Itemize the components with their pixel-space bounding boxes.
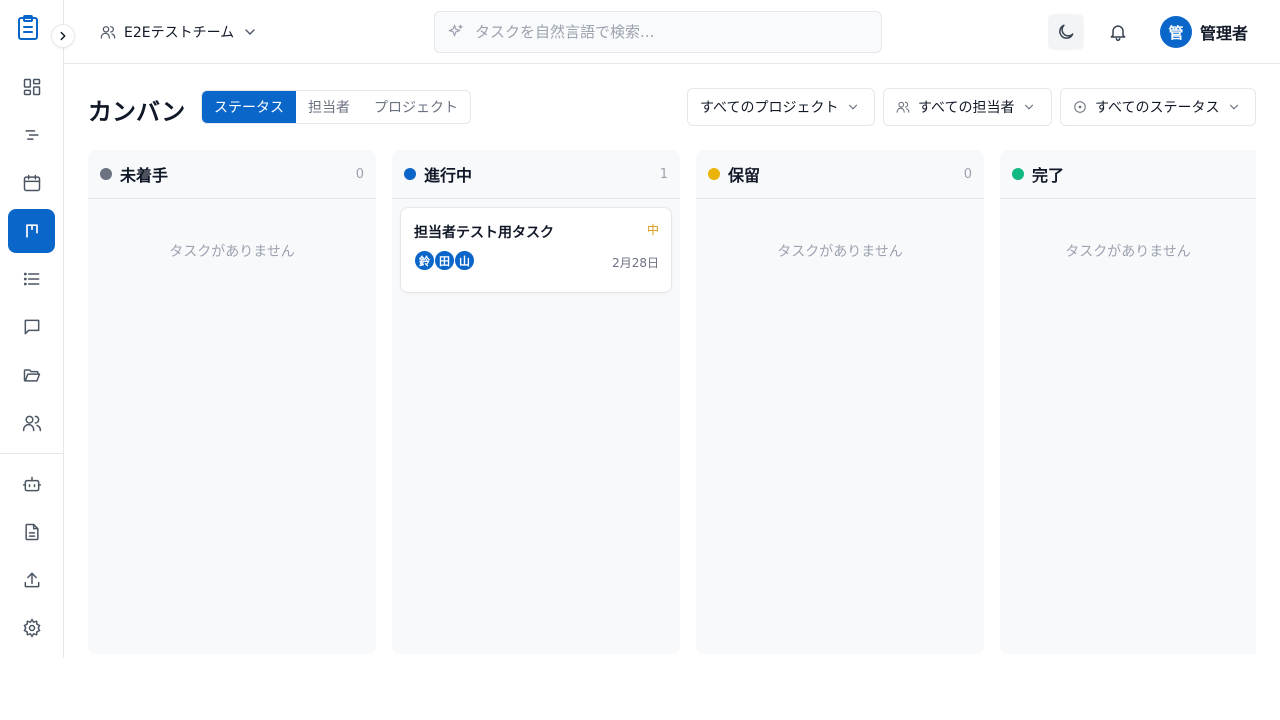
gear-icon bbox=[22, 618, 41, 638]
tab-status[interactable]: ステータス bbox=[202, 91, 296, 123]
kanban-column-in-progress: 進行中 1 担当者テスト用タスク 中 鈴 田 山 2月28日 bbox=[392, 150, 680, 654]
assignee-avatars: 鈴 田 山 bbox=[414, 250, 475, 271]
nav-kanban[interactable] bbox=[8, 209, 55, 253]
nav-calendar[interactable] bbox=[8, 161, 55, 205]
empty-message: タスクがありません bbox=[777, 244, 903, 260]
avatar: 管 bbox=[1160, 16, 1192, 48]
users-icon bbox=[22, 415, 41, 432]
status-filter-label: すべてのステータス bbox=[1095, 100, 1220, 116]
nav-ai-assistant[interactable] bbox=[8, 462, 55, 506]
upload-icon bbox=[24, 572, 39, 588]
avatar: 鈴 bbox=[414, 250, 435, 271]
users-icon bbox=[100, 26, 116, 39]
project-filter-dropdown[interactable]: すべてのプロジェクト bbox=[687, 88, 875, 126]
theme-toggle-button[interactable] bbox=[1048, 14, 1084, 50]
nav-documents[interactable] bbox=[8, 510, 55, 554]
column-title: 保留 bbox=[728, 166, 761, 185]
chevron-down-icon bbox=[1025, 104, 1034, 110]
clipboard-logo-icon[interactable] bbox=[16, 14, 40, 42]
document-icon bbox=[24, 523, 39, 541]
kanban-column-done: 完了 タスクがありません bbox=[1000, 150, 1256, 654]
team-name: E2Eテストチーム bbox=[124, 25, 235, 41]
chevron-down-icon bbox=[849, 104, 858, 110]
priority-badge: 中 bbox=[646, 223, 659, 237]
nav-list[interactable] bbox=[8, 257, 55, 301]
notifications-button[interactable] bbox=[1100, 14, 1136, 50]
task-card[interactable]: 担当者テスト用タスク 中 鈴 田 山 2月28日 bbox=[400, 207, 672, 293]
circle-dot-icon bbox=[1074, 101, 1086, 113]
assignee-filter-label: すべての担当者 bbox=[918, 100, 1015, 116]
assignee-filter-dropdown[interactable]: すべての担当者 bbox=[883, 88, 1052, 126]
status-dot bbox=[100, 168, 112, 180]
nav-upload[interactable] bbox=[8, 558, 55, 602]
users-icon bbox=[896, 101, 910, 113]
column-count: 0 bbox=[963, 166, 972, 182]
tab-project[interactable]: プロジェクト bbox=[362, 91, 470, 123]
status-dot bbox=[404, 168, 416, 180]
search-input[interactable] bbox=[475, 23, 855, 41]
due-date: 2月28日 bbox=[612, 256, 659, 270]
column-count: 0 bbox=[355, 166, 364, 182]
status-dot bbox=[708, 168, 720, 180]
view-tabs: ステータス 担当者 プロジェクト bbox=[201, 90, 471, 124]
sidebar-expand-button[interactable] bbox=[51, 24, 75, 48]
status-dot bbox=[1012, 168, 1024, 180]
nav-dashboard[interactable] bbox=[8, 65, 55, 109]
chat-icon bbox=[24, 319, 39, 335]
chevron-down-icon bbox=[1230, 104, 1239, 110]
status-filter-dropdown[interactable]: すべてのステータス bbox=[1060, 88, 1256, 126]
page-title: カンバン bbox=[88, 98, 186, 126]
chevron-right-icon bbox=[60, 31, 66, 41]
kanban-column-todo: 未着手 0 タスクがありません bbox=[88, 150, 376, 654]
kanban-column-on-hold: 保留 0 タスクがありません bbox=[696, 150, 984, 654]
calendar-icon bbox=[23, 174, 40, 192]
column-header: 進行中 1 bbox=[392, 150, 680, 199]
list-icon bbox=[23, 272, 39, 286]
sparkles-icon bbox=[448, 24, 463, 37]
nav-folder[interactable] bbox=[8, 353, 55, 397]
nav-gantt[interactable] bbox=[8, 113, 55, 157]
search-box[interactable] bbox=[434, 11, 882, 53]
nav-members[interactable] bbox=[8, 401, 55, 445]
top-header: E2Eテストチーム 管 管理者 bbox=[64, 0, 1280, 64]
nav-chat[interactable] bbox=[8, 305, 55, 349]
column-title: 完了 bbox=[1032, 166, 1065, 185]
bot-icon bbox=[22, 476, 41, 492]
avatar: 山 bbox=[454, 250, 475, 271]
moon-icon bbox=[1059, 24, 1074, 39]
gantt-icon bbox=[24, 130, 39, 140]
nav-settings[interactable] bbox=[8, 606, 55, 650]
project-filter-label: すべてのプロジェクト bbox=[700, 100, 839, 116]
column-header: 完了 bbox=[1000, 150, 1256, 199]
team-switcher[interactable]: E2Eテストチーム bbox=[100, 20, 258, 44]
task-title: 担当者テスト用タスク bbox=[414, 225, 554, 241]
empty-message: タスクがありません bbox=[169, 244, 295, 260]
kanban-icon bbox=[25, 224, 38, 238]
empty-message: タスクがありません bbox=[1065, 244, 1191, 260]
column-header: 保留 0 bbox=[696, 150, 984, 199]
folder-icon bbox=[23, 369, 40, 382]
sidebar-divider bbox=[0, 453, 63, 454]
tab-assignee[interactable]: 担当者 bbox=[296, 91, 362, 123]
sidebar bbox=[0, 0, 75, 658]
chevron-down-icon bbox=[245, 29, 255, 35]
column-count: 1 bbox=[659, 166, 668, 182]
dashboard-icon bbox=[23, 78, 40, 96]
user-name: 管理者 bbox=[1200, 24, 1249, 43]
column-header: 未着手 0 bbox=[88, 150, 376, 199]
column-title: 進行中 bbox=[424, 166, 473, 185]
bell-icon bbox=[1110, 25, 1126, 42]
avatar: 田 bbox=[434, 250, 455, 271]
column-title: 未着手 bbox=[120, 166, 169, 185]
user-menu[interactable]: 管 管理者 bbox=[1160, 16, 1248, 48]
